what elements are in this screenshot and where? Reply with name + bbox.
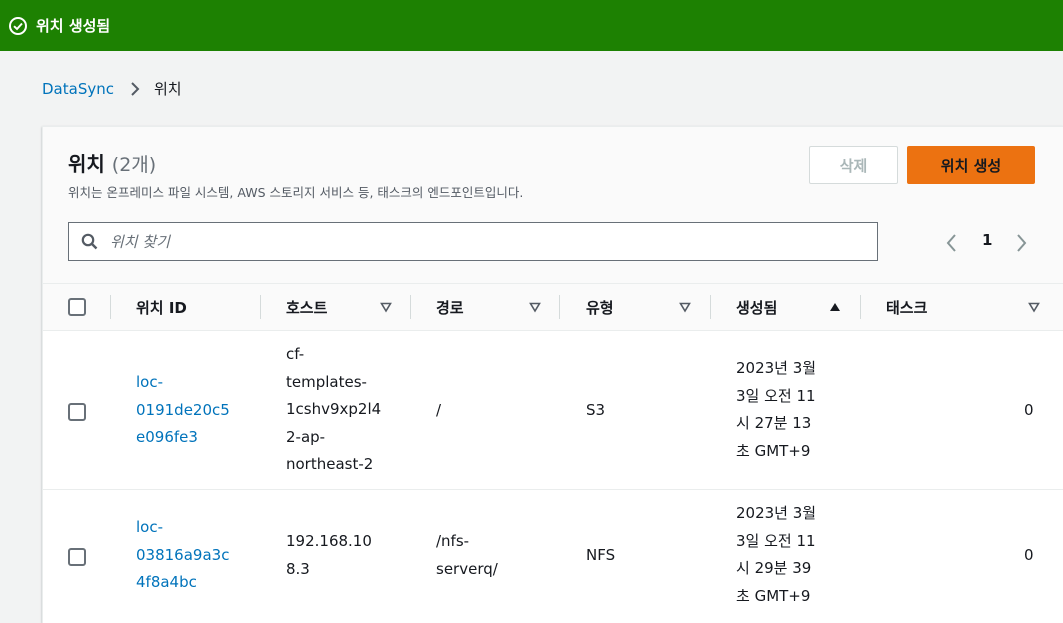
host-line: templates- — [286, 372, 367, 391]
column-label: 생성됨 — [736, 299, 778, 317]
created-cell: 2023년 3월 3일 오전 11 시 29분 39 초 GMT+9 — [736, 500, 816, 610]
created-line: 2023년 3월 — [736, 504, 817, 522]
type-cell: NFS — [586, 546, 616, 564]
table-description: 위치는 온프레미스 파일 시스템, AWS 스토리지 서비스 등, 태스크의 엔… — [68, 185, 524, 200]
column-label: 위치 ID — [136, 299, 187, 317]
host-line: 192.168.10 — [286, 532, 372, 550]
created-line: 초 GMT+9 — [736, 441, 811, 460]
location-id-line: 0191de20c5 — [136, 400, 230, 419]
location-id-line: e096fe3 — [136, 428, 198, 446]
create-location-button[interactable]: 위치 생성 — [907, 146, 1035, 184]
location-id-line: 4f8a4bc — [136, 573, 197, 591]
table-row[interactable]: loc- 03816a9a3c 4f8a4bc 192.168.10 8.3 /… — [43, 491, 1063, 623]
table-row[interactable]: loc- 0191de20c5 e096fe3 cf- templates- 1… — [43, 332, 1063, 490]
column-header-location-id[interactable]: 위치 ID — [136, 284, 187, 331]
chevron-right-icon — [131, 81, 140, 96]
search-input[interactable] — [110, 232, 810, 251]
page-title: 위치 (2개) — [68, 148, 156, 177]
breadcrumb-current: 위치 — [153, 80, 182, 98]
host-line: 2-ap- — [286, 427, 326, 446]
caret-down-icon[interactable] — [529, 301, 541, 313]
table-column-headers: 위치 ID 호스트 경로 유형 생성됨 태스크 — [43, 284, 1063, 331]
created-line: 2023년 3월 — [736, 359, 817, 377]
location-id-line: 03816a9a3c — [136, 545, 230, 564]
column-divider — [260, 295, 261, 319]
select-all-checkbox[interactable] — [68, 298, 86, 316]
caret-down-icon[interactable] — [679, 301, 691, 313]
column-divider — [410, 295, 411, 319]
column-header-type[interactable]: 유형 — [586, 284, 614, 331]
locations-table-container: 위치 (2개) 위치는 온프레미스 파일 시스템, AWS 스토리지 서비스 등… — [42, 126, 1063, 623]
column-divider — [860, 295, 861, 319]
path-line: serverq/ — [436, 559, 498, 578]
chevron-left-icon[interactable] — [942, 231, 962, 255]
host-line: northeast-2 — [286, 455, 374, 473]
column-label: 태스크 — [886, 299, 928, 317]
created-line: 시 27분 13 — [736, 414, 812, 432]
path-cell: / — [436, 401, 442, 419]
created-line: 초 GMT+9 — [736, 586, 811, 605]
caret-up-icon[interactable] — [829, 301, 841, 313]
breadcrumb: DataSync 위치 — [42, 78, 182, 99]
column-divider — [559, 295, 560, 319]
tasks-cell: 0 — [1024, 401, 1034, 419]
location-id-link[interactable]: loc- 0191de20c5 e096fe3 — [136, 369, 230, 452]
row-checkbox[interactable] — [68, 548, 86, 566]
column-header-path[interactable]: 경로 — [436, 284, 464, 331]
created-line: 3일 오전 11 — [736, 531, 816, 550]
search-field[interactable] — [68, 222, 878, 261]
title-text: 위치 — [68, 152, 105, 176]
item-count: (2개) — [111, 154, 157, 176]
search-icon — [81, 233, 98, 250]
caret-down-icon[interactable] — [1028, 301, 1040, 313]
column-divider — [110, 295, 111, 319]
location-id-line: loc- — [136, 373, 164, 391]
location-id-line: loc- — [136, 518, 164, 536]
created-line: 시 29분 39 — [736, 559, 812, 577]
delete-button[interactable]: 삭제 — [809, 146, 898, 184]
column-header-created[interactable]: 생성됨 — [736, 284, 777, 331]
column-header-tasks[interactable]: 태스크 — [886, 284, 927, 331]
row-checkbox[interactable] — [68, 403, 86, 421]
table-header: 위치 (2개) 위치는 온프레미스 파일 시스템, AWS 스토리지 서비스 등… — [43, 127, 1063, 284]
column-label: 유형 — [586, 299, 614, 317]
host-line: 1cshv9xp2l4 — [286, 400, 382, 418]
caret-down-icon[interactable] — [380, 301, 392, 313]
column-header-host[interactable]: 호스트 — [286, 284, 327, 331]
host-line: 8.3 — [286, 559, 310, 578]
column-label: 경로 — [436, 299, 464, 317]
created-line: 3일 오전 11 — [736, 386, 816, 405]
location-id-link[interactable]: loc- 03816a9a3c 4f8a4bc — [136, 514, 229, 597]
path-cell: /nfs- serverq/ — [436, 528, 498, 583]
chevron-right-icon[interactable] — [1011, 231, 1031, 255]
host-line: cf- — [286, 345, 305, 363]
check-circle-icon — [9, 16, 27, 35]
created-cell: 2023년 3월 3일 오전 11 시 27분 13 초 GMT+9 — [736, 355, 816, 465]
flash-message: 위치 생성됨 — [36, 17, 111, 35]
type-cell: S3 — [586, 401, 606, 419]
column-divider — [710, 295, 711, 319]
page-number[interactable]: 1 — [982, 231, 992, 249]
path-line: /nfs- — [436, 532, 470, 550]
breadcrumb-link-datasync[interactable]: DataSync — [42, 80, 114, 98]
tasks-cell: 0 — [1024, 546, 1034, 564]
column-label: 호스트 — [286, 299, 328, 317]
success-flashbar: 위치 생성됨 — [0, 0, 1063, 51]
host-cell: cf- templates- 1cshv9xp2l4 2-ap- northea… — [286, 341, 381, 479]
host-cell: 192.168.10 8.3 — [286, 528, 372, 583]
